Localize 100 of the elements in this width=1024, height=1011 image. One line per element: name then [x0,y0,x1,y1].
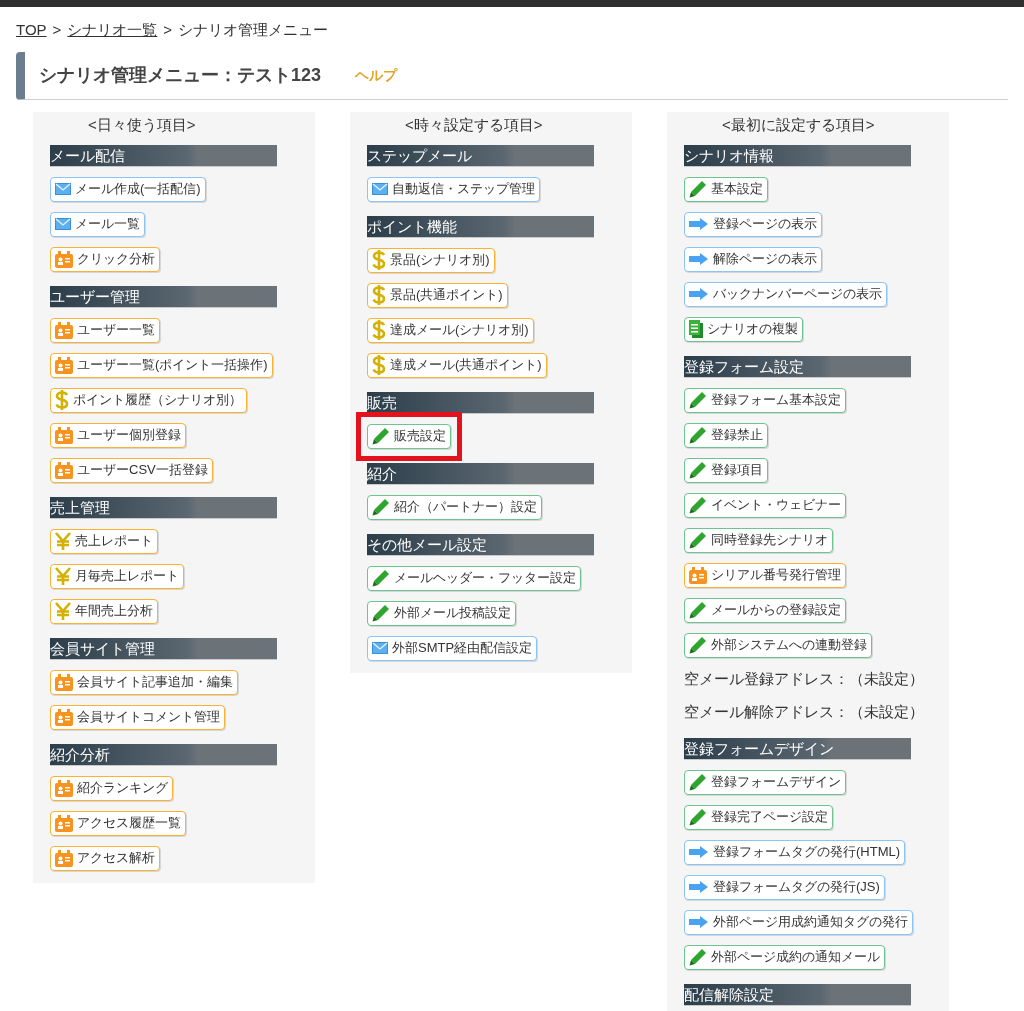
id-card-icon [55,814,73,832]
menu-button[interactable]: 登録禁止 [684,422,768,448]
menu-button[interactable]: 外部システムへの連動登録 [684,632,872,658]
address-setting-text: 空メール登録アドレス：（未設定） [684,668,925,689]
pencil-icon [372,569,390,587]
pencil-icon [372,604,390,622]
breadcrumb-link[interactable]: TOP [16,19,47,42]
column-heading: <日々使う項目> [87,114,197,134]
yen-icon [55,532,71,550]
menu-button[interactable]: 達成メール(シナリオ別) [367,317,534,343]
arrow-icon [689,253,709,265]
breadcrumb-current: シナリオ管理メニュー [178,20,329,40]
pencil-icon [689,531,707,549]
menu-button[interactable]: 登録フォームタグの発行(JS) [684,874,885,900]
menu-button[interactable]: 月毎売上レポート [50,563,184,589]
menu-button[interactable]: 外部ページ用成約通知タグの発行 [684,909,913,935]
pencil-icon [689,496,707,514]
menu-button[interactable]: アクセス解析 [50,845,160,871]
menu-button[interactable]: アクセス履歴一覧 [50,810,186,836]
breadcrumb-separator: > [52,20,62,40]
menu-button[interactable]: バックナンバーページの表示 [684,281,887,307]
menu-button[interactable]: ユーザーCSV一括登録 [50,457,213,483]
envelope-icon [372,642,388,654]
dollar-icon [372,250,386,270]
id-card-icon [55,708,73,726]
pencil-icon [689,601,707,619]
menu-button[interactable]: 同時登録先シナリオ [684,527,833,553]
menu-button[interactable]: 登録完了ページ設定 [684,804,833,830]
yen-icon [55,567,71,585]
column-heading: <時々設定する項目> [404,114,544,134]
pencil-icon [689,426,707,444]
arrow-icon [689,288,709,300]
section-header: 会員サイト管理 [50,637,277,660]
menu-button[interactable]: ユーザー一覧 [50,317,160,343]
menu-button[interactable]: 紹介ランキング [50,775,173,801]
menu-button[interactable]: 年間売上分析 [50,598,158,624]
menu-button[interactable]: 外部ページ成約の通知メール [684,944,885,970]
menu-button[interactable]: 会員サイトコメント管理 [50,704,225,730]
menu-button[interactable]: シリアル番号発行管理 [684,562,846,588]
id-card-icon [55,426,73,444]
menu-button[interactable]: メール一覧 [50,211,145,237]
page-title: シナリオ管理メニュー：テスト123 [39,63,322,87]
arrow-icon [689,218,709,230]
section-header: ユーザー管理 [50,285,277,308]
breadcrumb-link[interactable]: シナリオ一覧 [67,19,158,42]
id-card-icon [55,250,73,268]
menu-button[interactable]: 達成メール(共通ポイント) [367,352,547,378]
yen-icon [55,602,71,620]
menu-button[interactable]: 外部SMTP経由配信設定 [367,635,538,661]
envelope-icon [372,183,388,195]
envelope-icon [55,183,71,195]
dollar-icon [372,285,386,305]
menu-button[interactable]: 景品(シナリオ別) [367,247,495,273]
pencil-icon [372,498,390,516]
menu-button[interactable]: シナリオの複製 [684,316,803,342]
pencil-icon [689,773,707,791]
section-header: 紹介 [367,462,594,485]
section-header: 登録フォーム設定 [684,355,911,378]
section-header: 販売 [367,391,594,414]
id-card-icon [55,461,73,479]
menu-button[interactable]: 登録フォームタグの発行(HTML) [684,839,906,865]
pencil-icon [689,948,707,966]
pencil-icon [689,391,707,409]
dollar-icon [372,355,386,375]
menu-button[interactable]: 外部メール投稿設定 [367,600,516,626]
id-card-icon [689,566,707,584]
address-setting-text: 空メール解除アドレス：（未設定） [684,701,925,722]
menu-button[interactable]: ポイント履歴（シナリオ別） [50,387,247,413]
menu-button[interactable]: メール作成(一括配信) [50,176,206,202]
menu-button[interactable]: 登録フォーム基本設定 [684,387,846,413]
menu-button[interactable]: 紹介（パートナー）設定 [367,494,542,520]
section-header: ステップメール [367,144,594,167]
menu-button[interactable]: メールヘッダー・フッター設定 [367,565,581,591]
id-card-icon [55,779,73,797]
menu-button[interactable]: クリック分析 [50,246,160,272]
section-header: シナリオ情報 [684,144,911,167]
menu-button[interactable]: 登録ページの表示 [684,211,822,237]
pencil-icon [689,180,707,198]
section-header: 登録フォームデザイン [684,737,911,760]
menu-button[interactable]: 会員サイト記事追加・編集 [50,669,238,695]
dollar-icon [55,390,69,410]
column-heading: <最初に設定する項目> [721,114,876,134]
arrow-icon [689,846,709,858]
menu-button[interactable]: 解除ページの表示 [684,246,822,272]
menu-button[interactable]: 景品(共通ポイント) [367,282,508,308]
arrow-icon [689,881,709,893]
menu-button[interactable]: メールからの登録設定 [684,597,846,623]
menu-button[interactable]: 登録フォームデザイン [684,769,846,795]
id-card-icon [55,321,73,339]
section-header: メール配信 [50,144,277,167]
menu-button[interactable]: イベント・ウェビナー [684,492,846,518]
menu-button[interactable]: ユーザー個別登録 [50,422,186,448]
menu-button[interactable]: ユーザー一覧(ポイント一括操作) [50,352,273,378]
menu-button[interactable]: 自動返信・ステップ管理 [367,176,540,202]
menu-button[interactable]: 登録項目 [684,457,768,483]
menu-button[interactable]: 売上レポート [50,528,158,554]
pencil-icon [689,808,707,826]
menu-button[interactable]: 販売設定 [367,423,451,449]
menu-button[interactable]: 基本設定 [684,176,768,202]
envelope-icon [55,218,71,230]
